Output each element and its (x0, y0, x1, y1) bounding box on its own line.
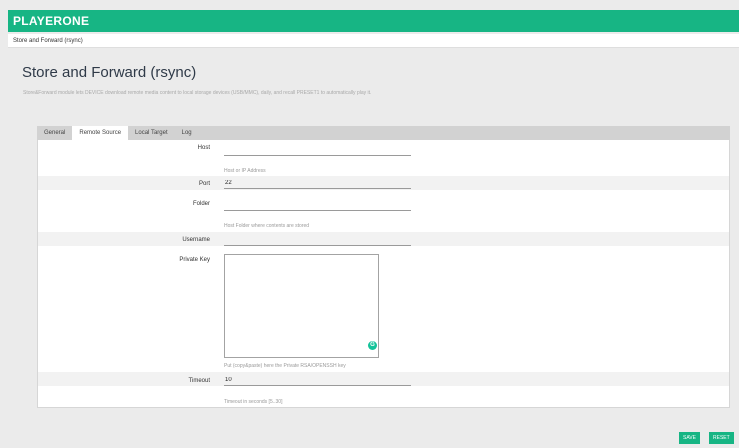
username-label: Username (182, 237, 210, 243)
username-input[interactable] (224, 235, 411, 246)
port-label: Port (198, 181, 210, 187)
timeout-label: Timeout (188, 378, 210, 384)
host-label: Host (197, 145, 210, 151)
folder-input[interactable] (224, 200, 411, 211)
host-input[interactable] (224, 145, 411, 156)
tab-general[interactable]: General (37, 126, 72, 140)
tab-log[interactable]: Log (175, 126, 199, 140)
private-key-hint: Put (copy&paste) here the Private RSA/OP… (224, 363, 346, 369)
page-description: Store&Forward module lets DEVICE downloa… (23, 90, 372, 96)
remote-source-panel: Host Host or IP Address Port Folder Host… (37, 140, 730, 408)
private-key-label: Private Key (179, 257, 210, 263)
breadcrumb: Store and Forward (rsync) (8, 34, 739, 48)
host-hint: Host or IP Address (224, 168, 266, 174)
tab-remote-source[interactable]: Remote Source (72, 126, 129, 140)
folder-hint: Host Folder where contents are stored (224, 223, 310, 229)
folder-label: Folder (192, 201, 210, 207)
tab-local-target[interactable]: Local Target (128, 126, 175, 140)
breadcrumb-item[interactable]: Store and Forward (rsync) (13, 38, 83, 44)
port-input[interactable] (224, 178, 411, 189)
page-title: Store and Forward (rsync) (22, 64, 197, 81)
timeout-input[interactable] (224, 375, 411, 386)
reset-button[interactable]: RESET (709, 432, 734, 444)
save-button[interactable]: SAVE (679, 432, 700, 444)
timeout-hint: Timeout in seconds [5..30] (224, 399, 283, 405)
app-title: PLAYERONE (13, 14, 90, 28)
private-key-textarea[interactable] (224, 254, 379, 358)
app-header: PLAYERONE (8, 10, 739, 32)
grammarly-icon[interactable]: G (368, 341, 377, 350)
tab-bar: General Remote Source Local Target Log (37, 126, 730, 140)
